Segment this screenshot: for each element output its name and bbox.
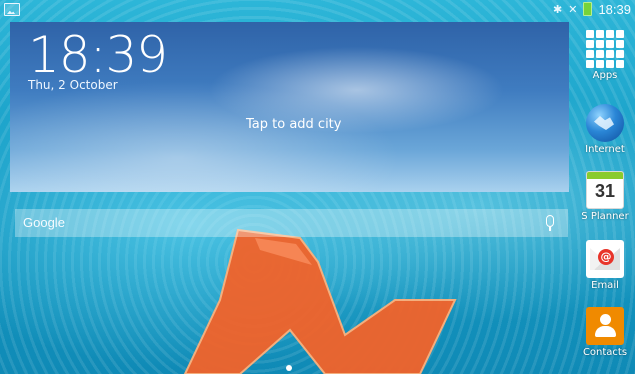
dock-label: Contacts	[582, 347, 628, 358]
calendar-icon: 31	[586, 171, 624, 209]
clock-time: 18:39	[28, 26, 168, 84]
dock-email[interactable]: @ Email	[580, 240, 630, 291]
add-city-link[interactable]: Tap to add city	[246, 117, 341, 132]
dock-s-planner[interactable]: 31 S Planner	[580, 171, 630, 222]
dock-label: Apps	[592, 70, 618, 81]
email-icon: @	[586, 240, 624, 278]
dock-internet[interactable]: Internet	[580, 104, 630, 155]
contacts-icon	[586, 307, 624, 345]
google-search-bar[interactable]: Google	[15, 209, 568, 237]
globe-icon	[586, 104, 624, 142]
mic-icon[interactable]	[546, 215, 554, 231]
dock-label: Email	[591, 280, 619, 291]
at-sign-icon: @	[598, 249, 614, 265]
clock-weather-widget[interactable]: 18:39 Thu, 2 October Tap to add city	[10, 22, 569, 192]
clock-date: Thu, 2 October	[28, 78, 118, 92]
calendar-day: 31	[594, 181, 616, 201]
apps-grid-icon	[586, 30, 624, 68]
dock-label: S Planner	[581, 211, 629, 222]
page-indicator-dot	[286, 365, 292, 371]
dock-apps[interactable]: Apps	[580, 30, 630, 81]
google-logo: Google	[23, 215, 65, 230]
dock-contacts[interactable]: Contacts	[580, 307, 630, 358]
dock-label: Internet	[585, 144, 625, 155]
